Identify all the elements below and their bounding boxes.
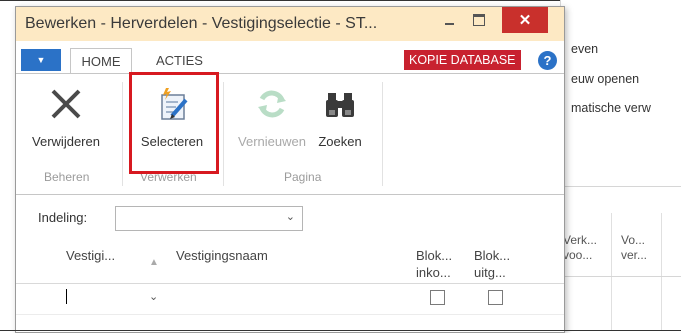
bg-separator [561,186,681,187]
bg-separator [561,276,681,277]
minimize-icon [444,23,454,25]
indeling-select[interactable]: ⌄ [115,206,303,231]
bg-column-header[interactable]: Vo... ver... [621,233,647,263]
table-header: Vestigi... ▲ Vestigingsnaam Blok... inko… [16,239,564,284]
tab-home[interactable]: HOME [70,48,132,73]
close-icon: ✕ [518,12,532,29]
column-header-vestiging[interactable]: Vestigi... [66,247,115,264]
tab-acties[interactable]: ACTIES [156,53,203,68]
column-header-vestigingsnaam[interactable]: Vestigingsnaam [176,247,268,264]
close-button[interactable]: ✕ [502,7,548,33]
group-label-pagina: Pagina [284,170,322,184]
refresh-icon [232,82,312,126]
bg-gridline [661,213,662,331]
bg-column-header[interactable]: Verk... voo... [563,233,597,263]
verwijderen-button[interactable]: Verwijderen [26,82,106,149]
title-bar[interactable]: Bewerken - Herverdelen - Vestigingselect… [16,7,564,41]
group-separator [122,82,123,186]
background-window: even euw openen matische verw Verk... vo… [560,0,681,331]
bg-gridline [611,213,612,331]
table-row[interactable]: ⌄ [16,284,564,315]
chevron-down-icon: ▼ [36,55,46,65]
bg-menu-item[interactable]: even [571,42,598,56]
group-separator [223,82,224,186]
zoeken-label: Zoeken [318,134,362,149]
vernieuwen-label: Vernieuwen [238,134,306,149]
ribbon-tab-row: ▼ HOME ACTIES KOPIE DATABASE ? [16,47,564,74]
group-separator [382,82,383,186]
sort-ascending-icon[interactable]: ▲ [149,257,159,268]
maximize-button[interactable] [464,7,494,33]
app-menu-button[interactable]: ▼ [21,49,61,71]
delete-x-icon [26,82,106,126]
vernieuwen-button[interactable]: Vernieuwen [232,82,312,149]
indeling-label: Indeling: [38,210,88,225]
bg-menu-item[interactable]: matische verw [571,101,651,115]
blok-uitgifte-checkbox[interactable] [488,290,503,305]
verwijderen-label: Verwijderen [32,134,100,149]
binoculars-icon [312,82,368,126]
chevron-down-icon[interactable]: ⌄ [149,290,158,303]
chevron-down-icon: ⌄ [285,211,295,223]
window-title: Bewerken - Herverdelen - Vestigingselect… [25,15,378,32]
maximize-icon [473,14,485,26]
column-header-blok-inkoop[interactable]: Blok... inko... [416,247,452,281]
column-header-blok-uitgifte[interactable]: Blok... uitg... [474,247,510,281]
copy-database-badge: KOPIE DATABASE [404,50,521,70]
blok-inkoop-checkbox[interactable] [430,290,445,305]
text-cursor [66,289,67,304]
bg-menu-item[interactable]: euw openen [571,72,639,86]
ribbon: Verwijderen Beheren Selecteren Verwerken [16,72,564,195]
zoeken-button[interactable]: Zoeken [312,82,368,149]
help-icon[interactable]: ? [538,51,557,70]
group-label-beheren: Beheren [44,170,90,184]
selecteren-highlight-box [129,72,219,174]
dialog-window: Bewerken - Herverdelen - Vestigingselect… [15,6,565,333]
minimize-button[interactable] [434,7,464,33]
